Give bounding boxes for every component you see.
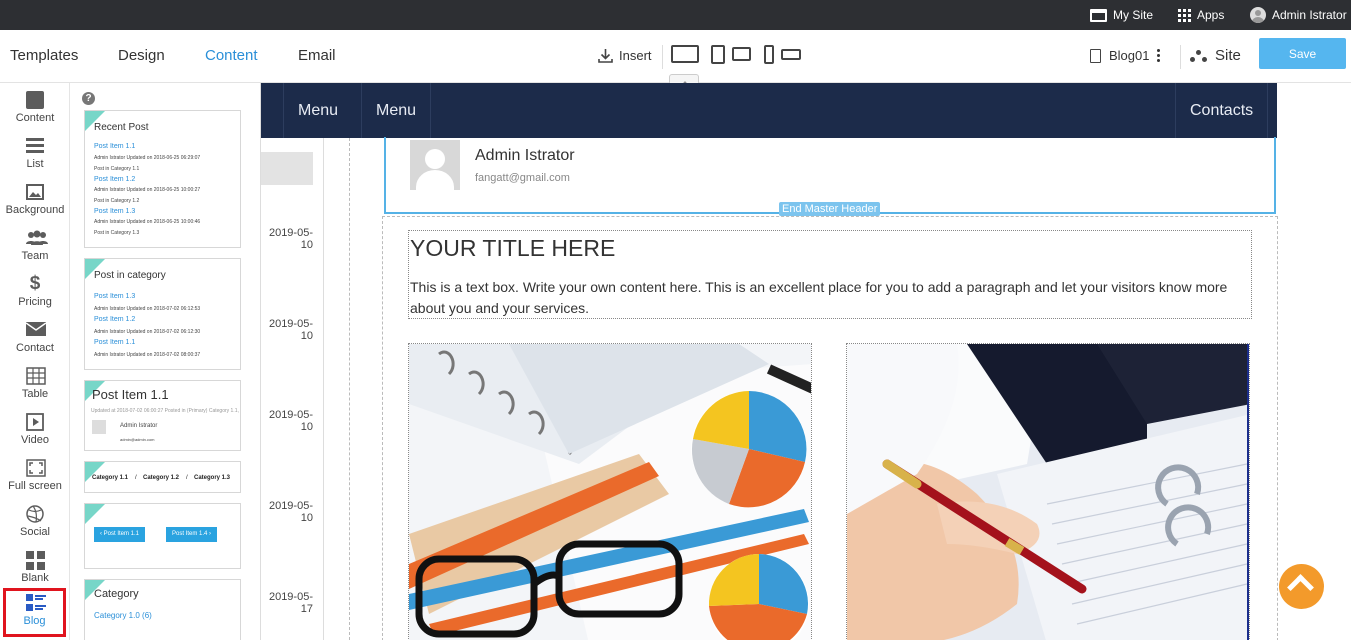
list-header-placeholder [261, 152, 313, 185]
next-post-button: Post Item 1.4 › [166, 527, 218, 542]
document-icon [1090, 48, 1101, 63]
admin-bar: My Site Apps Admin Istrator [0, 0, 1351, 30]
dollar-icon: $ [29, 273, 41, 294]
widget-post-pager[interactable]: ‹ Post Item 1.1 Post Item 1.4 › [84, 503, 241, 569]
post-date: 2019-05-10 [268, 409, 313, 433]
desktop-view-icon[interactable] [671, 45, 699, 63]
blog-widget-panel: ? Recent Post Post Item 1.1 Admin Istrat… [70, 83, 261, 640]
apps-grid-icon [1178, 8, 1191, 22]
rail-item-video[interactable]: Video [0, 409, 70, 453]
rail-item-table[interactable]: Table [0, 363, 70, 407]
expand-icon [26, 459, 46, 477]
globe-icon [26, 505, 44, 523]
blog-list-icon [25, 594, 46, 612]
phone-portrait-icon[interactable] [764, 45, 774, 64]
image-icon [26, 183, 44, 201]
section-title: YOUR TITLE HERE [410, 235, 616, 261]
list-icon [26, 137, 44, 155]
widget-post-in-category[interactable]: Post in category Post Item 1.3 Admin Ist… [84, 258, 241, 370]
text-box-block[interactable]: YOUR TITLE HERE This is a text box. Writ… [408, 230, 1252, 319]
author-avatar [410, 140, 460, 190]
widget-recent-post[interactable]: Recent Post Post Item 1.1 Admin Istrator… [84, 110, 241, 248]
widget-corner-marker [85, 504, 105, 524]
apps-link[interactable]: Apps [1178, 0, 1224, 30]
toolbar-divider [662, 45, 663, 69]
prev-post-button: ‹ Post Item 1.1 [94, 527, 146, 542]
image-desk-charts[interactable] [408, 343, 812, 640]
rail-item-blog[interactable]: Blog [3, 588, 66, 637]
widget-category-breadcrumb[interactable]: Category 1.1 / Category 1.2 / Category 1… [84, 461, 241, 493]
tab-content[interactable]: Content [205, 47, 258, 64]
image-hand-writing[interactable] [846, 343, 1250, 640]
section-body: This is a text box. Write your own conte… [410, 279, 1228, 316]
insert-button[interactable]: Insert [598, 48, 652, 63]
rail-item-content[interactable]: Content [0, 87, 70, 131]
rail-item-list[interactable]: List [0, 133, 70, 177]
user-avatar-icon [1250, 7, 1266, 23]
help-icon[interactable]: ? [82, 92, 95, 105]
widget-post-item[interactable]: Post Item 1.1 Updated at 2018-07-02 06:0… [84, 380, 241, 451]
rail-item-pricing[interactable]: $ Pricing [0, 271, 70, 315]
page-canvas: Menu Menu Contacts 2019-05-10 2019-05-10… [261, 83, 1351, 640]
rail-item-social[interactable]: Social [0, 501, 70, 545]
author-name: Admin Istrator [475, 147, 575, 164]
rail-item-blank[interactable]: Blank [0, 547, 70, 591]
post-date: 2019-05-17 [268, 591, 313, 615]
team-icon [26, 229, 48, 247]
phone-landscape-icon[interactable] [781, 49, 801, 60]
tablet-portrait-icon[interactable] [711, 45, 725, 64]
nav-menu-1[interactable]: Menu [283, 83, 352, 138]
blog-list-preview: 2019-05-10 2019-05-10 2019-05-10 2019-05… [261, 138, 324, 640]
monitor-icon [1090, 8, 1107, 22]
widget-category-rail: Content List Background Team $ Pricing C… [0, 83, 70, 640]
author-email: fangatt@gmail.com [475, 172, 570, 184]
play-icon [26, 413, 44, 431]
grid-icon [26, 551, 45, 570]
my-site-link[interactable]: My Site [1090, 0, 1153, 30]
post-date: 2019-05-10 [268, 227, 313, 251]
rail-item-contact[interactable]: Contact [0, 317, 70, 361]
content-icon [26, 91, 44, 109]
rail-item-background[interactable]: Background [0, 179, 70, 223]
tab-design[interactable]: Design [118, 47, 165, 64]
tab-email[interactable]: Email [298, 47, 336, 64]
table-icon [26, 367, 46, 385]
end-master-header-label: End Master Header [779, 202, 881, 216]
more-vertical-icon[interactable] [1157, 49, 1161, 62]
nav-menu-2[interactable]: Menu [361, 83, 432, 138]
user-menu[interactable]: Admin Istrator [1250, 0, 1347, 30]
scroll-to-top-button[interactable] [1279, 564, 1324, 609]
download-icon [598, 49, 613, 63]
toolbar-divider [1180, 45, 1181, 69]
post-date: 2019-05-10 [268, 500, 313, 524]
rail-item-full-screen[interactable]: Full screen [0, 455, 70, 499]
envelope-icon [25, 321, 47, 339]
widget-category[interactable]: Category Category 1.0 (6) [84, 579, 241, 640]
post-date: 2019-05-10 [268, 318, 313, 342]
nav-contacts[interactable]: Contacts [1175, 83, 1269, 138]
sitemap-icon [1190, 49, 1208, 62]
save-button[interactable]: Save [1259, 38, 1346, 69]
page-selector[interactable]: Blog01 [1090, 48, 1161, 63]
layout-guide [349, 138, 350, 640]
site-navbar: Menu Menu Contacts [261, 83, 1277, 138]
tab-templates[interactable]: Templates [10, 47, 78, 64]
tablet-landscape-icon[interactable] [732, 47, 751, 61]
site-button[interactable]: Site [1190, 47, 1241, 64]
rail-item-team[interactable]: Team [0, 225, 70, 269]
mini-avatar [92, 420, 106, 434]
